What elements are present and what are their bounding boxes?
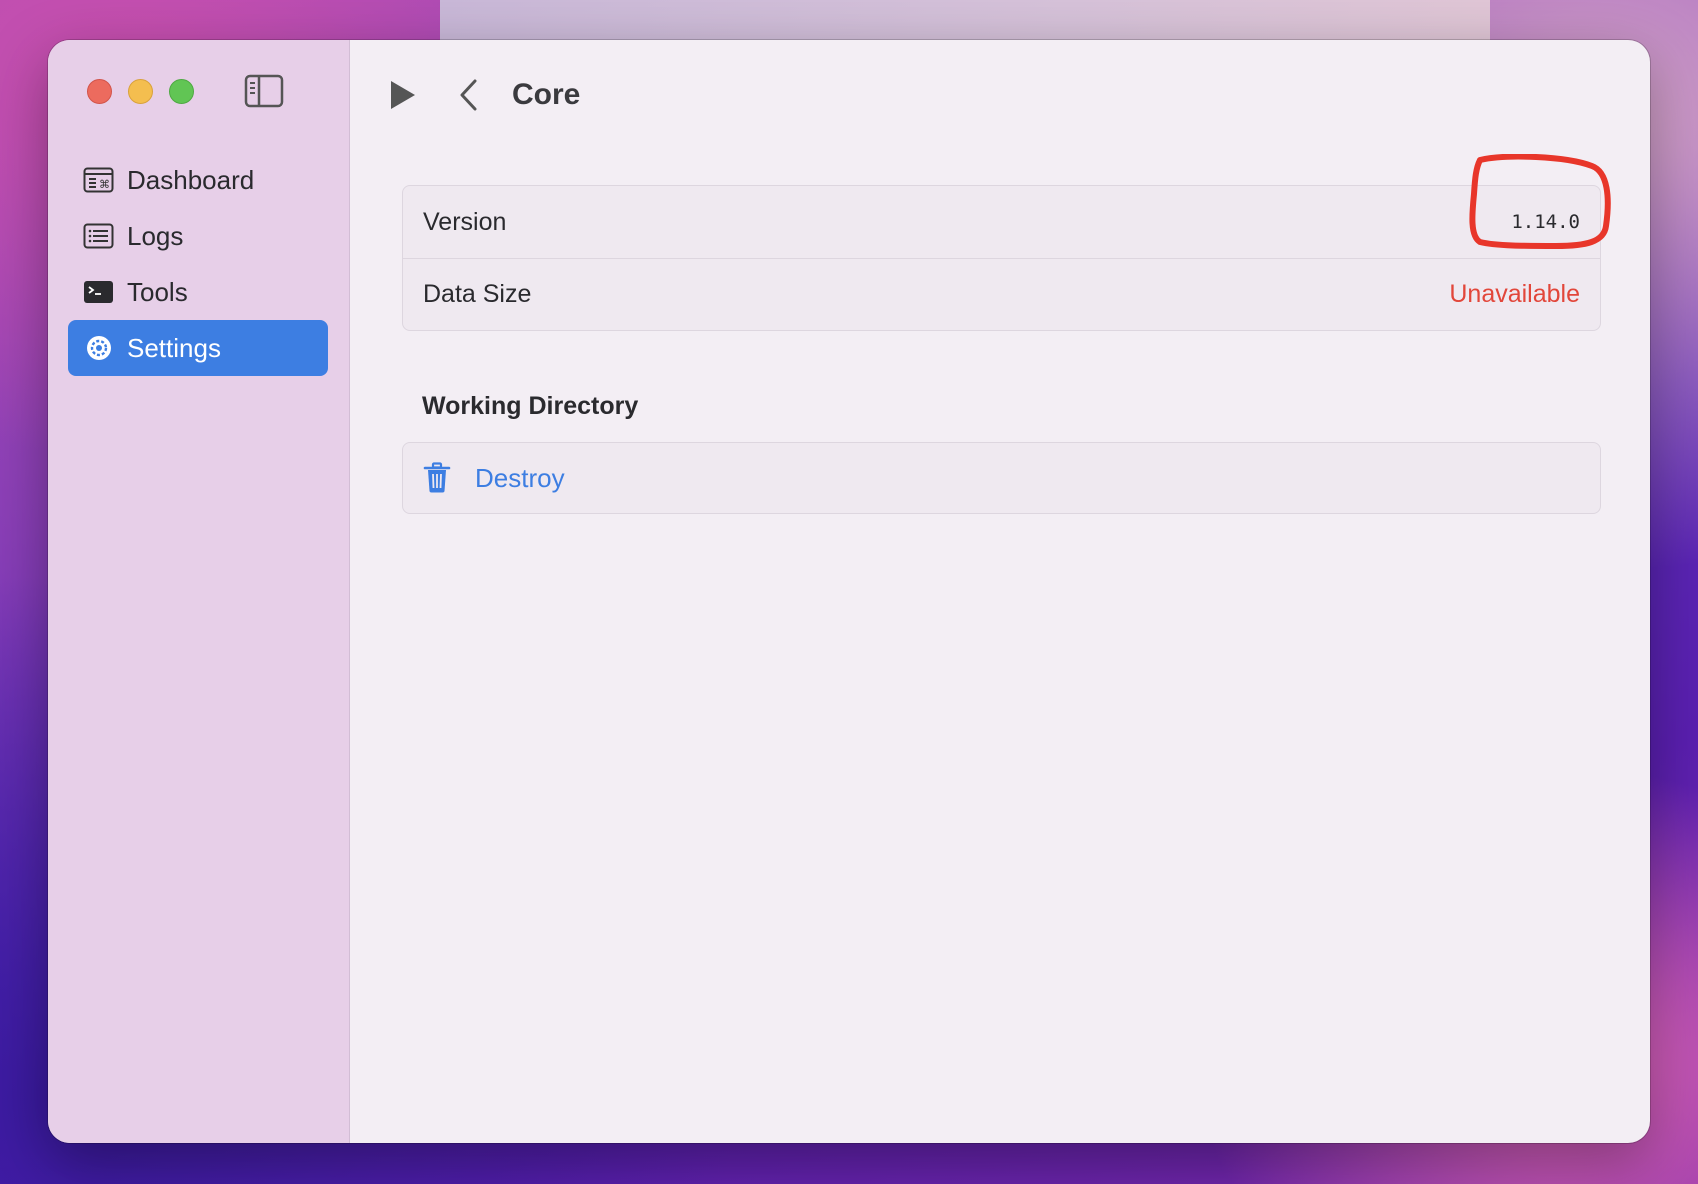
- version-row: Version 1.14.0: [403, 186, 1600, 258]
- sidebar-item-logs[interactable]: Logs: [68, 208, 328, 264]
- data-size-row: Data Size Unavailable: [403, 258, 1600, 330]
- destroy-label: Destroy: [475, 462, 565, 493]
- working-directory-title: Working Directory: [422, 392, 639, 420]
- dashboard-icon: ⌘: [83, 167, 114, 193]
- list-icon: [83, 223, 114, 249]
- wallpaper-highlight: [440, 0, 1490, 40]
- info-card: Version 1.14.0 Data Size Unavailable: [402, 185, 1601, 331]
- app-window: ⌘ Dashboard Logs Tools Settings Core Ver…: [48, 40, 1650, 1143]
- working-directory-card: Destroy: [402, 442, 1601, 514]
- zoom-button[interactable]: [169, 79, 194, 104]
- sidebar-item-settings[interactable]: Settings: [68, 320, 328, 376]
- play-icon[interactable]: [388, 78, 418, 112]
- sidebar-item-label: Settings: [127, 332, 221, 363]
- sidebar-toggle-icon[interactable]: [244, 74, 284, 108]
- sidebar-item-label: Dashboard: [127, 164, 255, 195]
- version-label: Version: [423, 207, 507, 236]
- page-title: Core: [512, 78, 581, 111]
- main-content: Core Version 1.14.0 Data Size Unavailabl…: [350, 40, 1650, 1143]
- svg-text:⌘: ⌘: [99, 178, 110, 191]
- sidebar-item-dashboard[interactable]: ⌘ Dashboard: [68, 152, 328, 208]
- destroy-button[interactable]: Destroy: [403, 443, 1600, 513]
- terminal-icon: [83, 279, 114, 305]
- sidebar-item-tools[interactable]: Tools: [68, 264, 328, 320]
- trash-icon: [423, 462, 451, 493]
- minimize-button[interactable]: [128, 79, 153, 104]
- chevron-left-icon[interactable]: [456, 77, 480, 113]
- sidebar-item-label: Logs: [127, 220, 184, 251]
- version-value: 1.14.0: [1511, 211, 1580, 233]
- sidebar-item-label: Tools: [127, 276, 188, 307]
- sidebar: ⌘ Dashboard Logs Tools Settings: [48, 40, 350, 1143]
- window-controls: [87, 79, 194, 104]
- data-size-value: Unavailable: [1449, 280, 1580, 308]
- close-button[interactable]: [87, 79, 112, 104]
- gear-icon: [83, 335, 114, 361]
- toolbar: Core: [388, 70, 580, 120]
- sidebar-nav: ⌘ Dashboard Logs Tools Settings: [68, 152, 328, 376]
- data-size-label: Data Size: [423, 280, 532, 308]
